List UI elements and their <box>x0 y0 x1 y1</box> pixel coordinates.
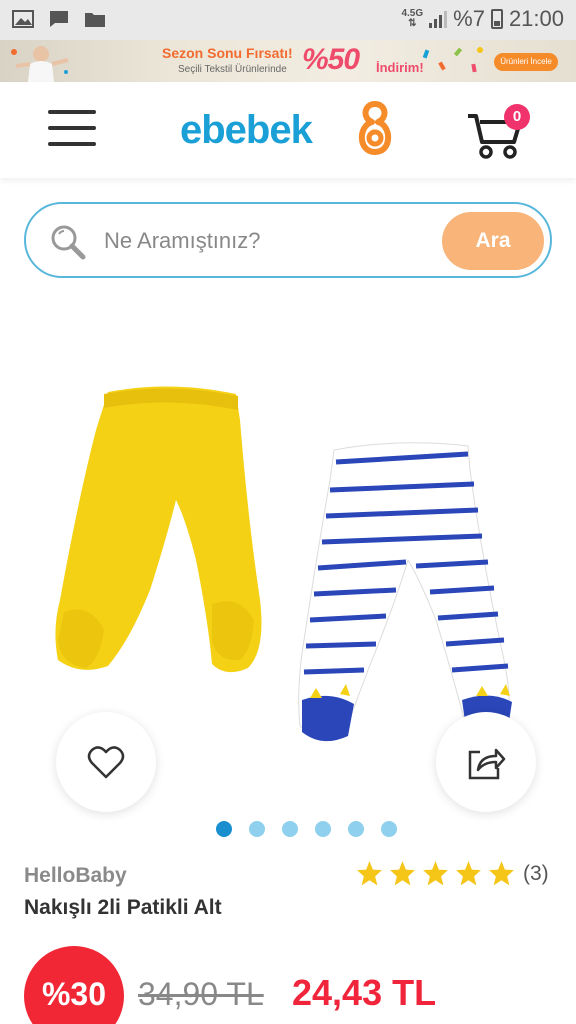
promo-discount-value: %50 <box>302 43 360 76</box>
yellow-pants-illustration <box>55 386 262 673</box>
logo-mark-icon <box>358 101 392 155</box>
promo-cta-button[interactable]: Ürünleri İncele <box>494 53 558 71</box>
review-count: (3) <box>523 861 549 885</box>
star-icon <box>390 861 415 886</box>
battery-percent: %7 <box>453 6 485 31</box>
favorite-button[interactable] <box>56 712 156 812</box>
share-button[interactable] <box>436 712 536 812</box>
baby-photo <box>11 46 69 82</box>
pagination-dot[interactable] <box>216 821 232 837</box>
product-rating[interactable]: (3) <box>356 860 549 887</box>
clock: 21:00 <box>508 6 564 31</box>
heart-icon <box>87 746 125 779</box>
pagination-dot[interactable] <box>348 821 364 837</box>
promo-banner[interactable]: Sezon Sonu Fırsatı! Seçili Tekstil Ürünl… <box>0 40 576 82</box>
product-page: 4.5G ⇅ %7 21:00 Sezon Sonu Fırsatı! Seçi… <box>0 0 576 1024</box>
share-icon <box>468 748 506 780</box>
discount-badge: %30 <box>24 946 124 1024</box>
search-input[interactable] <box>104 220 424 262</box>
ebebek-logo[interactable]: ebebek <box>180 98 400 162</box>
app-header: ebebek 0 <box>0 82 576 178</box>
current-price: 24,43 TL <box>292 972 437 1013</box>
pagination-dot[interactable] <box>282 821 298 837</box>
battery-icon <box>490 9 503 29</box>
hamburger-menu-button[interactable] <box>48 110 96 150</box>
pagination-dot[interactable] <box>315 821 331 837</box>
striped-pants-illustration <box>298 442 512 742</box>
logo-text: ebebek <box>180 108 313 152</box>
star-icon <box>456 861 481 886</box>
promo-title: Sezon Sonu Fırsatı! <box>162 45 293 61</box>
image-notification-icon <box>12 10 34 28</box>
status-bar: 4.5G ⇅ %7 21:00 <box>0 0 576 40</box>
search-bar: Ara <box>24 202 552 278</box>
product-name: Nakışlı 2li Patikli Alt <box>24 896 222 919</box>
search-button[interactable]: Ara <box>442 212 544 270</box>
cart-count-badge: 0 <box>504 104 530 130</box>
pagination-dot[interactable] <box>381 821 397 837</box>
cart-button[interactable]: 0 <box>466 104 536 160</box>
star-icon <box>489 861 514 886</box>
message-notification-icon <box>50 11 68 27</box>
data-arrows-icon: ⇅ <box>408 18 417 29</box>
search-icon <box>51 225 86 260</box>
promo-subtitle: Seçili Tekstil Ürünlerinde <box>178 64 287 75</box>
signal-icon <box>429 10 448 28</box>
network-indicator: 4.5G ⇅ <box>401 9 423 29</box>
star-icon <box>423 861 448 886</box>
star-icon <box>357 861 382 886</box>
old-price: 34,90 TL <box>138 976 264 1012</box>
pagination-dot[interactable] <box>249 821 265 837</box>
promo-discount-label: İndirim! <box>376 60 424 75</box>
product-brand[interactable]: HelloBaby <box>24 864 127 888</box>
folder-notification-icon <box>85 13 105 27</box>
image-pagination <box>216 821 397 837</box>
confetti-icon <box>422 47 483 73</box>
